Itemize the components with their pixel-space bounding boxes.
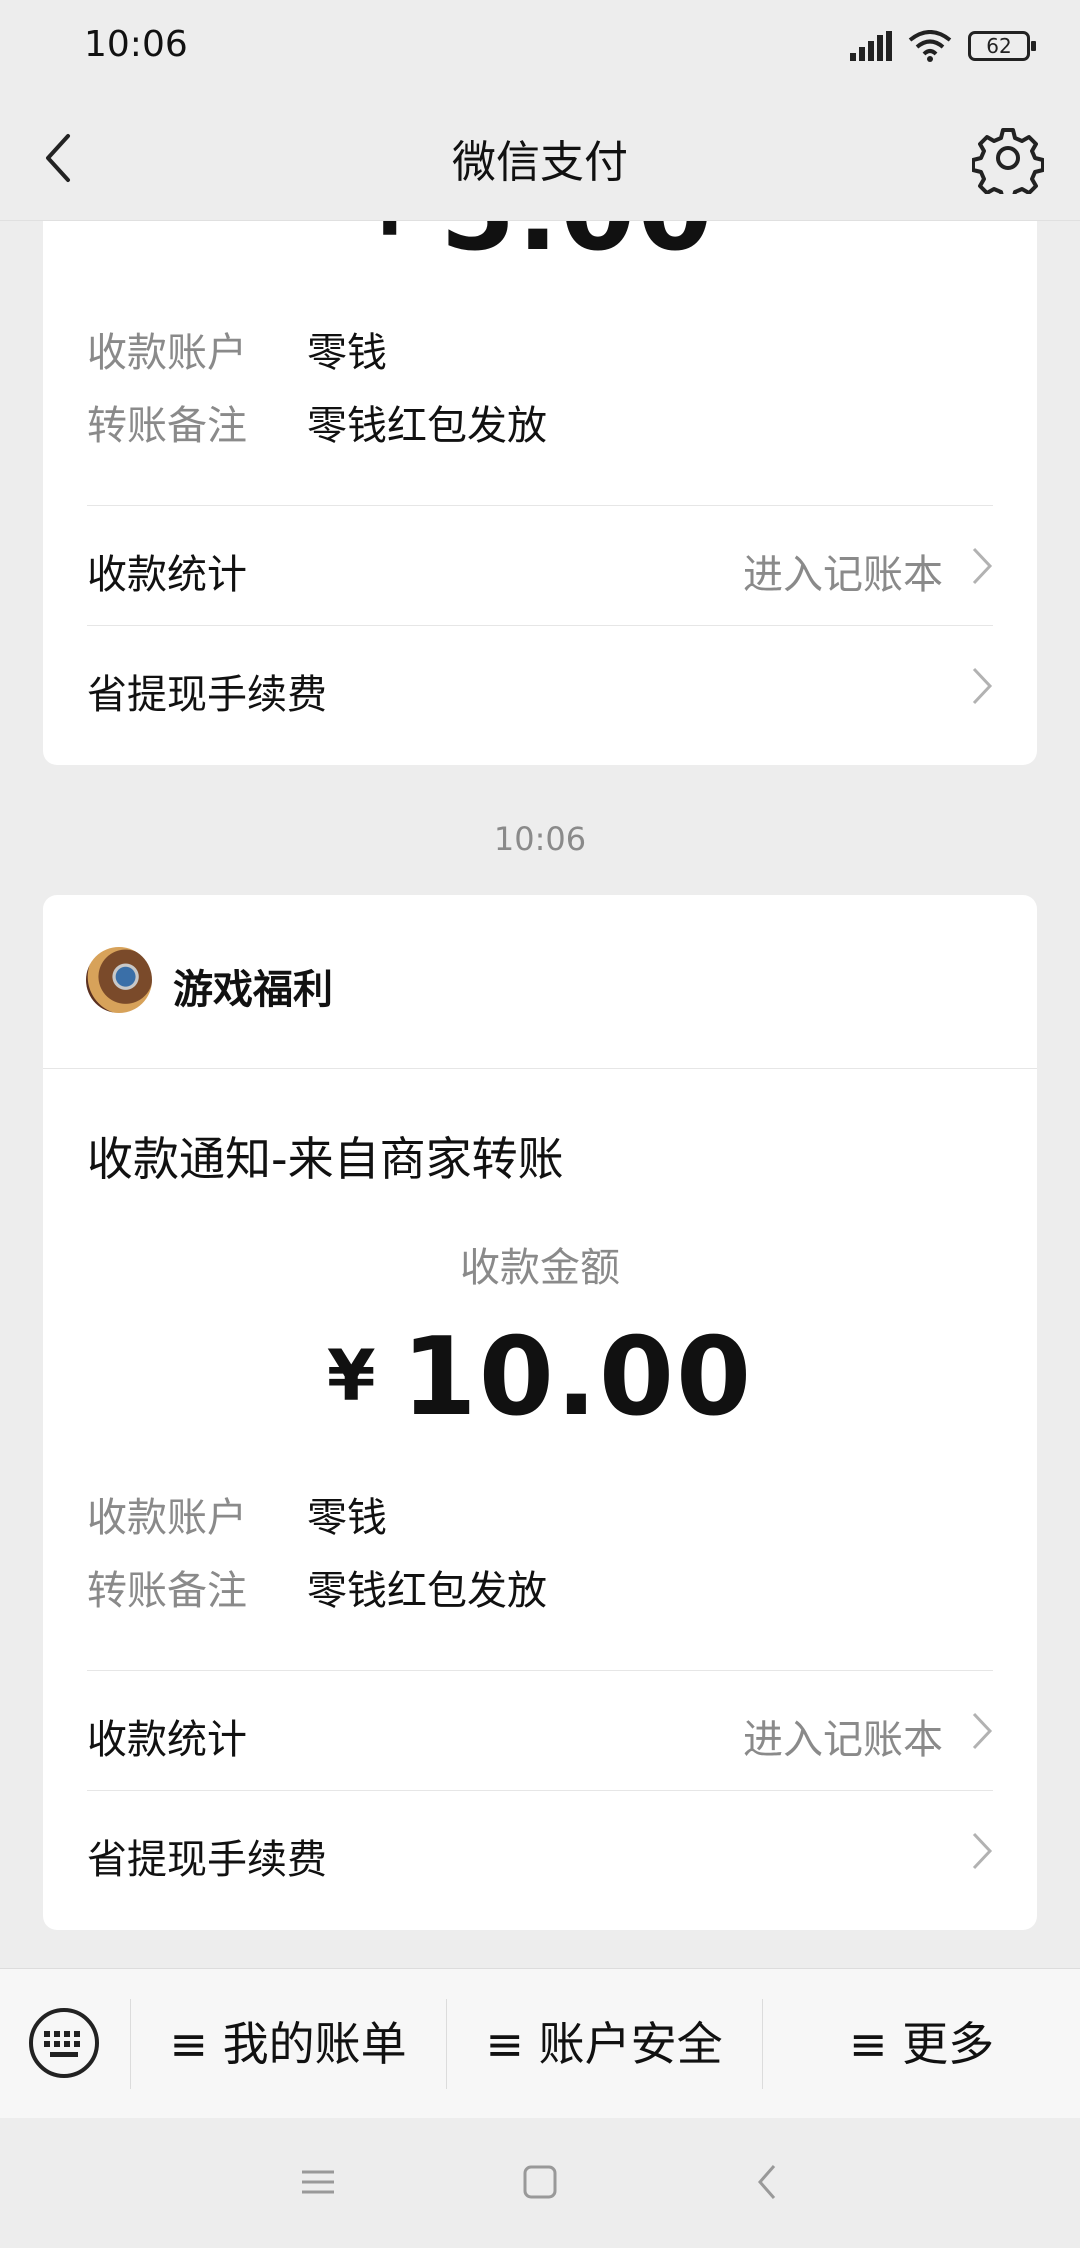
gear-icon[interactable] — [972, 122, 1044, 194]
fee-label: 省提现手续费 — [87, 672, 327, 718]
payment-card[interactable]: 游戏福利 收款通知-来自商家转账 收款金额 ¥10.00 收款账户 零钱 转账备注… — [43, 895, 1037, 1930]
merchant-name: 游戏福利 — [173, 967, 333, 1013]
menu-more[interactable]: ≡ 更多 — [763, 1969, 1080, 2119]
note-label: 转账备注 — [87, 1568, 247, 1614]
chevron-right-icon — [972, 1832, 993, 1870]
note-label: 转账备注 — [87, 403, 247, 449]
stats-row[interactable]: 收款统计 进入记账本 — [87, 506, 993, 624]
signal-icon — [850, 31, 892, 61]
avatar — [86, 947, 152, 1013]
note-row: 转账备注 零钱红包发放 — [87, 393, 547, 451]
stats-label: 收款统计 — [87, 1717, 247, 1763]
title-bar: 微信支付 — [0, 96, 1080, 221]
system-nav-bar — [0, 2118, 1080, 2248]
status-time: 10:06 — [84, 24, 188, 65]
account-value: 零钱 — [307, 330, 387, 376]
keyboard-icon[interactable] — [28, 2007, 100, 2079]
note-value: 零钱红包发放 — [307, 403, 547, 449]
note-value: 零钱红包发放 — [307, 1568, 547, 1614]
fee-row[interactable]: 省提现手续费 — [87, 626, 993, 744]
account-row: 收款账户 零钱 — [87, 320, 387, 378]
menu-my-bills[interactable]: ≡ 我的账单 — [131, 1969, 445, 2119]
amount-value: 5.00 — [440, 220, 714, 275]
stats-row[interactable]: 收款统计 进入记账本 — [87, 1671, 993, 1789]
account-value: 零钱 — [307, 1495, 387, 1541]
merchant-header[interactable]: 游戏福利 — [43, 895, 1037, 1069]
ledger-link[interactable]: 进入记账本 — [743, 1707, 943, 1765]
note-row: 转账备注 零钱红包发放 — [87, 1558, 547, 1616]
home-icon[interactable] — [520, 2162, 560, 2202]
wifi-icon — [908, 30, 952, 62]
amount: ¥10.00 — [43, 1315, 1037, 1440]
battery-icon: 62 — [968, 31, 1036, 61]
stats-label: 收款统计 — [87, 552, 247, 598]
message-timestamp: 10:06 — [493, 820, 587, 858]
account-row: 收款账户 零钱 — [87, 1485, 387, 1543]
chevron-right-icon — [972, 667, 993, 705]
currency-symbol: ¥ — [326, 1335, 378, 1417]
back-icon[interactable] — [748, 2162, 788, 2202]
ledger-link[interactable]: 进入记账本 — [743, 542, 943, 600]
chevron-right-icon — [972, 547, 993, 585]
payment-card: ¥5.00 收款账户 零钱 转账备注 零钱红包发放 收款统计 进入记账本 省提现手续… — [43, 220, 1037, 765]
fee-row[interactable]: 省提现手续费 — [87, 1791, 993, 1909]
account-label: 收款账户 — [87, 1495, 247, 1541]
status-icons: 62 — [850, 30, 1036, 62]
notice-title: 收款通知-来自商家转账 — [87, 1132, 564, 1186]
chevron-right-icon — [972, 1712, 993, 1750]
message-list[interactable]: ¥5.00 收款账户零钱 转账备注零钱红包发放 收款统计 进入记账本 省提现手续… — [0, 220, 1080, 1968]
amount-label: 收款金额 — [460, 1245, 620, 1291]
page-title: 微信支付 — [452, 137, 628, 188]
currency-symbol: ¥ — [365, 220, 416, 252]
menu-icon[interactable] — [298, 2162, 338, 2202]
fee-label: 省提现手续费 — [87, 1837, 327, 1883]
status-bar: 10:06 62 — [0, 0, 1080, 96]
menu-account-security[interactable]: ≡ 账户安全 — [447, 1969, 761, 2119]
account-label: 收款账户 — [87, 330, 247, 376]
amount: ¥5.00 — [43, 220, 1037, 275]
amount-value: 10.00 — [401, 1315, 754, 1440]
bottom-menu: ≡ 我的账单 ≡ 账户安全 ≡ 更多 — [0, 1968, 1080, 2119]
